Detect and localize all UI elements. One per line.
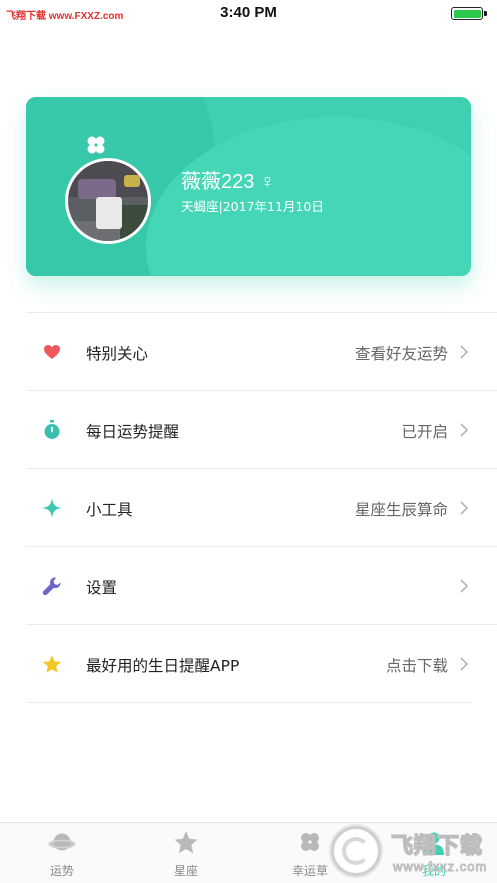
battery-icon xyxy=(451,7,487,20)
menu-item-special-care[interactable]: 特别关心 查看好友运势 xyxy=(26,313,497,391)
planet-icon xyxy=(48,833,76,851)
star-icon xyxy=(174,831,198,854)
menu-item-value: 查看好友运势 xyxy=(354,345,448,363)
star-icon xyxy=(42,654,62,674)
clover-icon xyxy=(301,833,319,851)
clover-icon xyxy=(87,136,105,154)
chevron-right-icon xyxy=(460,423,469,437)
chevron-right-icon xyxy=(460,345,469,359)
user-name: 薇薇223 ♀ xyxy=(181,171,275,193)
menu-item-settings[interactable]: 设置 xyxy=(26,547,497,625)
chevron-right-icon xyxy=(460,501,469,515)
menu-item-label: 特别关心 xyxy=(86,345,149,363)
menu-item-tools[interactable]: 小工具 星座生辰算命 xyxy=(26,469,497,547)
tab-label: 运势 xyxy=(49,864,74,878)
status-bar: 飞翔下载 www.FXXZ.com 3:40 PM xyxy=(0,0,497,28)
watermark-title: 飞翔下载 xyxy=(390,832,484,859)
menu-item-label: 最好用的生日提醒APP xyxy=(86,657,240,675)
tab-fortune[interactable]: 运势 xyxy=(0,823,124,883)
menu-list: 特别关心 查看好友运势 每日运势提醒 已开启 小工具 星座生辰算命 设置 最好用… xyxy=(26,312,497,703)
menu-item-label: 设置 xyxy=(86,579,118,597)
menu-item-value: 点击下载 xyxy=(385,657,448,675)
menu-item-daily-reminder[interactable]: 每日运势提醒 已开启 xyxy=(26,391,497,469)
watermark-logo-icon xyxy=(331,826,381,876)
chevron-right-icon xyxy=(460,657,469,671)
menu-item-value: 已开启 xyxy=(401,423,448,441)
watermark-logo: 飞翔下载 www.fxxz.com xyxy=(331,823,497,883)
menu-item-label: 每日运势提醒 xyxy=(86,423,180,441)
chevron-right-icon xyxy=(460,579,469,593)
wrench-icon xyxy=(42,576,62,596)
watermark-url: www.fxxz.com xyxy=(392,859,488,875)
sparkle-icon xyxy=(42,498,62,518)
menu-item-birthday-app[interactable]: 最好用的生日提醒APP 点击下载 xyxy=(26,625,471,703)
tab-constellation[interactable]: 星座 xyxy=(124,823,248,883)
heart-icon xyxy=(42,342,62,362)
user-sign-date: 天蝎座|2017年11月10日 xyxy=(181,199,324,214)
status-time: 3:40 PM xyxy=(220,4,277,21)
menu-item-label: 小工具 xyxy=(86,501,133,519)
tab-label: 星座 xyxy=(173,864,198,878)
menu-item-value: 星座生辰算命 xyxy=(354,501,448,519)
avatar[interactable] xyxy=(65,158,151,244)
stopwatch-icon xyxy=(42,420,62,440)
